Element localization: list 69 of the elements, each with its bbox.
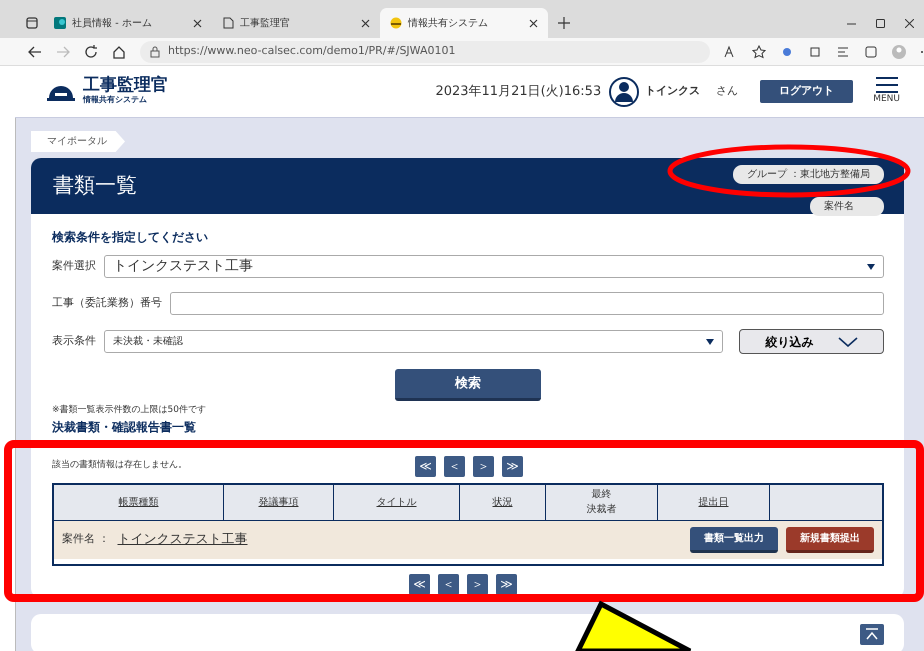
address-bar[interactable]: https://www.neo-calsec.com/demo1/PR/#/SJWA0101: [140, 40, 710, 62]
breadcrumb-link[interactable]: マイポータル: [31, 131, 125, 152]
site-icon: [54, 17, 66, 29]
date-time: 2023年11月21日(火)16:53: [435, 82, 602, 101]
group-badge: グループ ：東北地方整備局: [732, 165, 884, 184]
column-header[interactable]: タイトル: [376, 494, 416, 510]
chevron-down-icon: [838, 336, 858, 346]
browser-tab[interactable]: 工事監理官: [212, 8, 380, 38]
pager-button[interactable]: ＜: [438, 574, 459, 594]
user-name: トインクス: [645, 83, 700, 100]
field-label: 表示条件: [52, 333, 96, 350]
column-header[interactable]: 発議事項: [258, 494, 298, 510]
browser-tab[interactable]: 社員情報 - ホーム: [44, 8, 212, 38]
close-icon[interactable]: [193, 18, 202, 28]
close-icon[interactable]: [361, 18, 370, 28]
refresh-icon[interactable]: [84, 44, 98, 58]
pager-button[interactable]: ＞: [467, 574, 488, 594]
column-header-line: 決裁者: [586, 502, 616, 517]
select-field[interactable]: トインクステスト工事: [104, 255, 884, 278]
case-link[interactable]: トインクステスト工事: [118, 530, 248, 550]
case-badge: 案件名: [810, 197, 884, 216]
logo-subtitle: 情報共有システム: [83, 94, 148, 106]
logout-button[interactable]: ログアウト: [760, 80, 854, 103]
action-button[interactable]: 新規書類提出: [786, 526, 874, 552]
column-header[interactable]: 提出日: [698, 494, 728, 510]
page-icon: [222, 17, 234, 29]
column-header[interactable]: 状況: [492, 494, 512, 510]
menu-button[interactable]: MENU: [873, 76, 900, 106]
favorite-icon[interactable]: [752, 44, 766, 58]
search-button[interactable]: 検索: [395, 369, 541, 401]
column-header-line: 最終: [592, 488, 612, 502]
honorific: さん: [716, 83, 738, 100]
note-text: ※書類一覧表示件数の上限は50件です: [52, 404, 207, 417]
section-heading: 検索条件を指定してください: [52, 229, 209, 246]
panel-title: 書類一覧: [53, 172, 137, 200]
home-icon[interactable]: [112, 44, 126, 58]
collections-icon[interactable]: [864, 44, 878, 58]
case-label: 案件名 ：: [62, 531, 110, 548]
maximize-icon[interactable]: [876, 19, 885, 28]
close-icon[interactable]: [905, 19, 914, 28]
new-tab-icon[interactable]: [558, 17, 570, 29]
caret-icon: [867, 264, 875, 270]
helmet-icon: [390, 17, 402, 29]
back-icon[interactable]: [28, 44, 42, 58]
logo-title: 工事監理官: [83, 77, 168, 94]
favorites-icon[interactable]: [836, 44, 850, 58]
menu-icon: [876, 76, 898, 93]
input-field[interactable]: [170, 292, 884, 315]
action-button[interactable]: 書類一覧出力: [690, 526, 778, 552]
close-icon[interactable]: [529, 18, 538, 28]
tab-actions-icon[interactable]: [26, 17, 38, 29]
list-title: 決裁書類・確認報告書一覧: [52, 418, 197, 436]
pager-button[interactable]: ≫: [502, 456, 523, 476]
lock-icon: [150, 46, 160, 58]
pager-button[interactable]: ＜: [444, 456, 465, 476]
filter-button[interactable]: 絞り込み: [739, 329, 884, 354]
column-header[interactable]: 帳票種類: [118, 494, 158, 510]
back-to-top-icon[interactable]: [860, 624, 884, 644]
select-field[interactable]: 未決裁・未確認: [104, 330, 723, 353]
field-label: 案件選択: [52, 258, 96, 274]
caret-icon: [706, 338, 714, 344]
user-avatar-icon: [609, 76, 640, 106]
pager-button[interactable]: ≪: [415, 456, 436, 476]
browser-tab[interactable]: 情報共有システム: [380, 8, 548, 38]
pager-button[interactable]: ＞: [473, 456, 494, 476]
field-label: 工事（委託業務）番号: [52, 295, 162, 312]
pager-button[interactable]: ≪: [409, 574, 430, 594]
pager-button[interactable]: ≫: [496, 574, 517, 594]
message-text: 該当の書類情報は存在しません。: [52, 459, 188, 472]
